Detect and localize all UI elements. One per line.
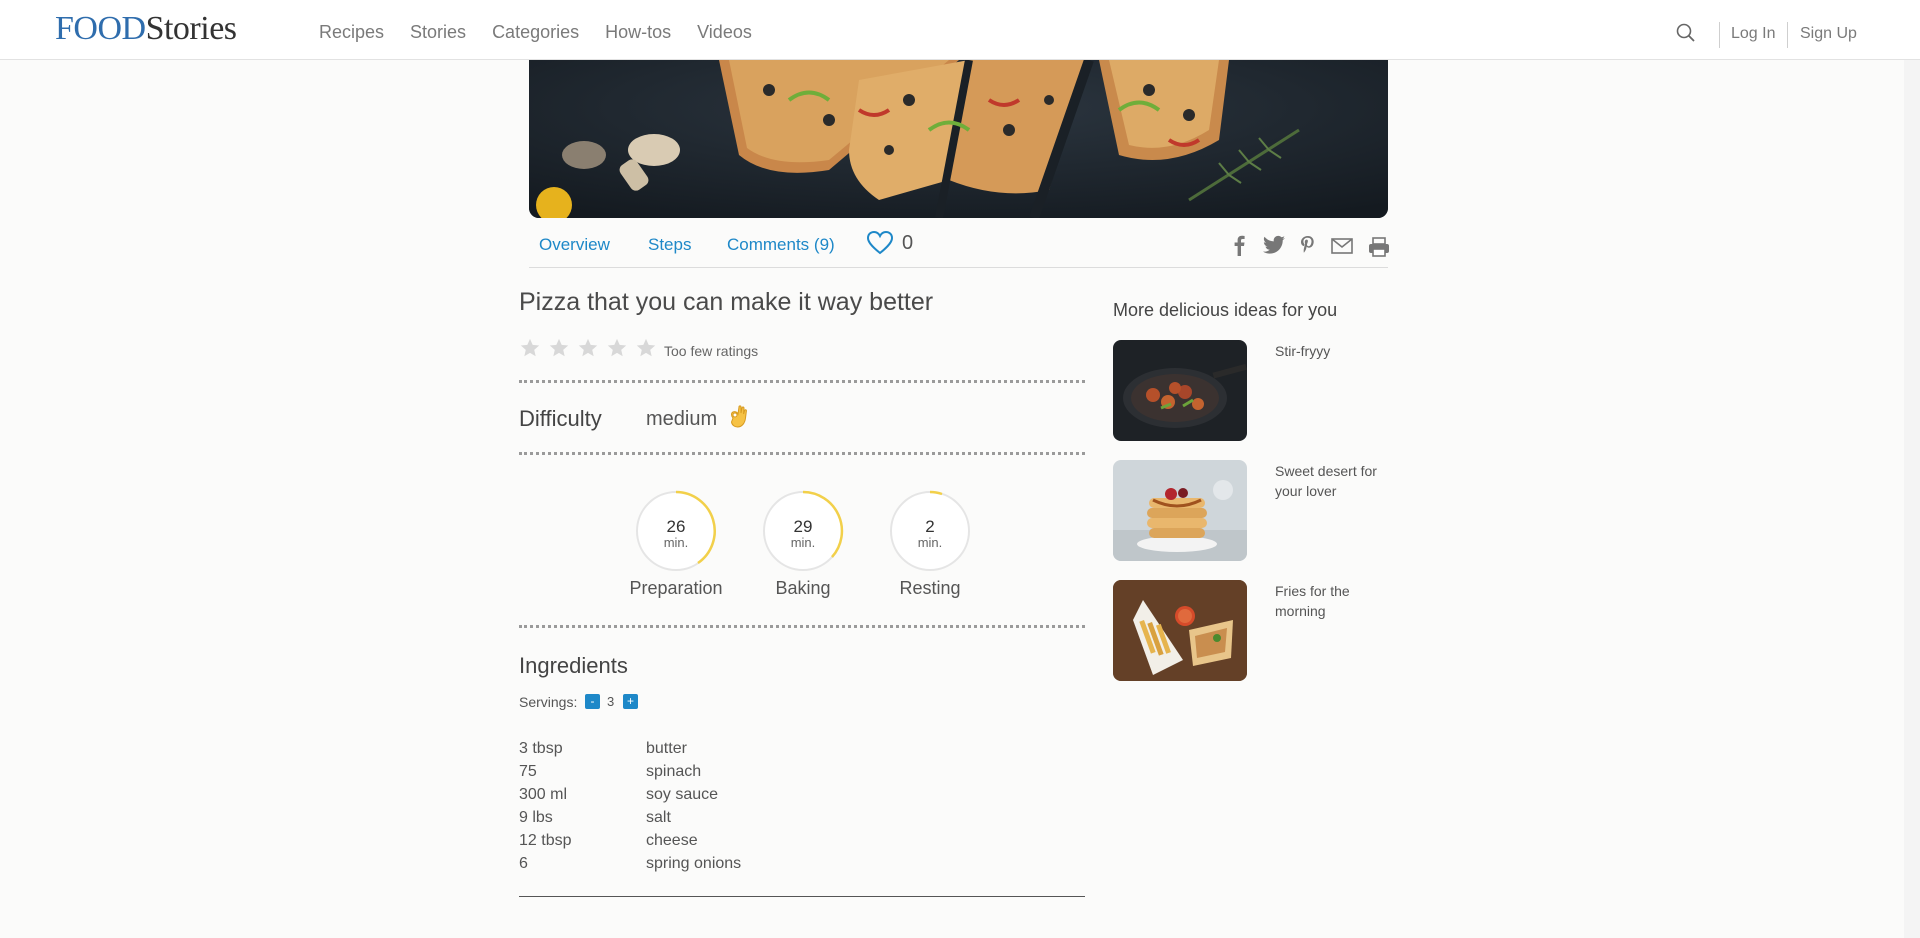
star-icon[interactable]: [635, 337, 657, 359]
timer-preparation: 26 min. Preparation: [629, 490, 723, 620]
likes-count: 0: [902, 232, 914, 254]
recipe-tabs: Overview Steps Comments (9) 0: [529, 220, 1389, 268]
pinterest-icon[interactable]: [1297, 234, 1319, 256]
star-icon[interactable]: [606, 337, 628, 359]
nav-recipes[interactable]: Recipes: [319, 22, 384, 43]
ingredient-name: salt: [646, 809, 671, 826]
servings-value: 3: [607, 694, 615, 709]
tab-steps[interactable]: Steps: [648, 235, 691, 255]
timer-unit: min.: [663, 535, 689, 550]
timer-label: Preparation: [629, 578, 723, 598]
star-icon[interactable]: [577, 337, 599, 359]
login-link[interactable]: Log In: [1731, 25, 1775, 43]
timer-baking: 29 min. Baking: [760, 490, 846, 620]
dotted-divider: [519, 452, 1085, 455]
ingredients-title: Ingredients: [519, 653, 628, 678]
ingredient-row: 9 lbs salt: [519, 809, 819, 832]
site-header: FOODStories Recipes Stories Categories H…: [0, 0, 1920, 60]
ingredient-qty: 300 ml: [519, 786, 568, 803]
dotted-divider: [519, 380, 1085, 383]
header-divider: [1719, 22, 1720, 48]
star-icon[interactable]: [519, 337, 541, 359]
servings-increase-button[interactable]: +: [623, 694, 638, 709]
nav-stories[interactable]: Stories: [410, 22, 466, 43]
facebook-icon[interactable]: [1229, 234, 1251, 256]
scrollbar[interactable]: [1904, 60, 1920, 938]
ingredient-qty: 75: [519, 763, 537, 780]
ingredient-row: 12 tbsp cheese: [519, 832, 819, 855]
ok-hand-icon: [727, 404, 749, 430]
ingredient-qty: 6: [519, 855, 528, 872]
ingredient-name: spring onions: [646, 855, 742, 872]
header-divider: [1787, 22, 1788, 48]
servings-decrease-button[interactable]: -: [585, 694, 600, 709]
ingredient-qty: 3 tbsp: [519, 740, 563, 757]
ingredient-name: cheese: [646, 832, 698, 849]
star-icon[interactable]: [548, 337, 570, 359]
nav-howtos[interactable]: How-tos: [605, 22, 671, 43]
timer-unit: min.: [917, 535, 943, 550]
recipe-hero-image: [529, 60, 1388, 218]
dotted-divider: [519, 625, 1085, 628]
timer-label: Resting: [899, 578, 961, 598]
timer-unit: min.: [790, 535, 816, 550]
ingredient-qty: 9 lbs: [519, 809, 553, 826]
timer-value: 29: [793, 517, 813, 536]
ingredient-row: 6 spring onions: [519, 855, 819, 878]
rating-stars[interactable]: [519, 337, 657, 359]
recipe-title: Pizza that you can make it way better: [519, 288, 934, 316]
servings-label: Servings:: [519, 694, 578, 710]
tab-overview[interactable]: Overview: [539, 235, 610, 255]
related-recipe-title[interactable]: Stir-fryyy: [1275, 341, 1395, 361]
timer-label: Baking: [775, 578, 831, 598]
ingredient-name: soy sauce: [646, 786, 719, 803]
ingredients-divider: [519, 896, 1085, 897]
site-logo[interactable]: FOODStories: [55, 9, 237, 49]
related-recipe-image[interactable]: [1113, 580, 1247, 681]
timer-value: 26: [666, 517, 686, 536]
ingredients-list: 3 tbsp butter 75 spinach 300 ml soy sauce 9…: [519, 740, 819, 878]
related-recipe-image[interactable]: [1113, 460, 1247, 561]
main-nav: Recipes Stories Categories How-tos Video…: [319, 22, 752, 43]
rating-text: Too few ratings: [664, 343, 759, 359]
ingredient-name: butter: [646, 740, 687, 757]
email-icon[interactable]: [1330, 236, 1353, 258]
tab-comments[interactable]: Comments (9): [727, 235, 835, 255]
ingredient-name: spinach: [646, 763, 702, 780]
twitter-icon[interactable]: [1262, 234, 1285, 256]
search-icon[interactable]: [1675, 22, 1697, 44]
ingredient-row: 75 spinach: [519, 763, 819, 786]
timer-resting: 2 min. Resting: [887, 490, 973, 620]
heart-icon[interactable]: [866, 230, 894, 256]
print-icon[interactable]: [1367, 236, 1389, 258]
ingredient-row: 300 ml soy sauce: [519, 786, 819, 809]
related-recipe-title[interactable]: Fries for the morning: [1275, 581, 1395, 621]
signup-link[interactable]: Sign Up: [1800, 25, 1857, 43]
related-recipe-image[interactable]: [1113, 340, 1247, 441]
difficulty-value: medium: [646, 408, 718, 430]
sidebar-title: More delicious ideas for you: [1113, 300, 1338, 320]
related-recipe-title[interactable]: Sweet desert for your lover: [1275, 461, 1395, 501]
ingredient-qty: 12 tbsp: [519, 832, 572, 849]
nav-categories[interactable]: Categories: [492, 22, 579, 43]
ingredient-row: 3 tbsp butter: [519, 740, 819, 763]
difficulty-label: Difficulty: [519, 406, 602, 431]
timer-value: 2: [925, 517, 935, 536]
nav-videos[interactable]: Videos: [697, 22, 752, 43]
